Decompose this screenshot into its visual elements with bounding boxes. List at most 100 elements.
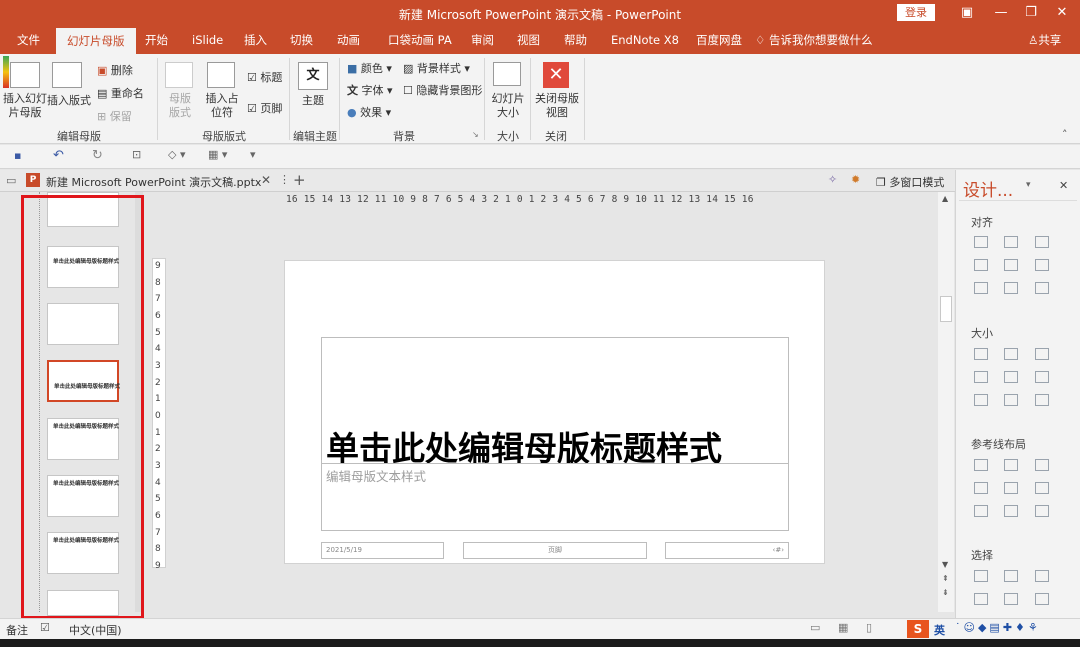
spell-check-icon[interactable]: ☑ xyxy=(40,621,50,634)
design-tool-icon[interactable] xyxy=(974,505,988,517)
redo-icon[interactable]: ↻ xyxy=(92,148,103,163)
save-icon[interactable]: ▪ xyxy=(14,149,21,162)
multi-window-button[interactable]: ❐ 多窗口模式 xyxy=(876,174,944,190)
design-tool-icon[interactable] xyxy=(974,593,988,605)
share-button[interactable]: ♙共享 xyxy=(1028,27,1061,54)
tab-home[interactable]: 开始 xyxy=(145,27,168,54)
effects-dropdown[interactable]: ● 效果 ▾ xyxy=(347,104,391,120)
settings-icon[interactable]: ✹ xyxy=(851,173,860,186)
minimize-icon[interactable]: — xyxy=(991,3,1011,23)
insert-placeholder-icon[interactable] xyxy=(207,62,235,88)
design-tool-icon[interactable] xyxy=(1035,236,1049,248)
tab-pocket-animation[interactable]: 口袋动画 PA xyxy=(388,27,452,54)
new-tab-icon[interactable]: + xyxy=(293,171,306,189)
undo-icon[interactable]: ↶ xyxy=(53,148,64,163)
tab-slide-master[interactable]: 幻灯片母版 xyxy=(56,27,136,54)
design-tool-icon[interactable] xyxy=(974,282,988,294)
ime-mode[interactable]: 英 xyxy=(934,622,945,638)
normal-view-icon[interactable]: ▭ xyxy=(810,621,820,634)
tab-baidu-netdisk[interactable]: 百度网盘 xyxy=(696,27,742,54)
design-tool-icon[interactable] xyxy=(1035,593,1049,605)
tell-me-box[interactable]: ♢ 告诉我你想要做什么 xyxy=(755,27,872,54)
footer-checkbox[interactable]: ☑ 页脚 xyxy=(247,100,282,116)
design-tool-icon[interactable] xyxy=(974,482,988,494)
preserve-button[interactable]: ⊞ 保留 xyxy=(97,108,132,124)
themes-button[interactable]: 主题 xyxy=(302,92,324,108)
pane-options-icon[interactable]: ▾ xyxy=(1026,180,1031,190)
tab-review[interactable]: 审阅 xyxy=(471,27,494,54)
design-tool-icon[interactable] xyxy=(1035,348,1049,360)
insert-slide-master-icon[interactable] xyxy=(10,62,40,88)
insert-placeholder-button[interactable]: 插入占位符 xyxy=(202,92,242,120)
tab-view[interactable]: 视图 xyxy=(517,27,540,54)
title-checkbox[interactable]: ☑ 标题 xyxy=(247,69,282,85)
magic-icon[interactable]: ✧ xyxy=(828,173,837,186)
close-icon[interactable]: ✕ xyxy=(1052,3,1072,23)
language-indicator[interactable]: 中文(中国) xyxy=(69,622,122,638)
design-tool-icon[interactable] xyxy=(1004,593,1018,605)
design-tool-icon[interactable] xyxy=(974,348,988,360)
slide-scrollbar[interactable]: ▲ ▼ ⇞ ⇟ xyxy=(938,192,954,612)
design-tool-icon[interactable] xyxy=(1004,482,1018,494)
slide-size-icon[interactable] xyxy=(493,62,521,86)
close-master-view-icon[interactable]: ✕ xyxy=(543,62,569,88)
sogou-ime-icon[interactable]: S xyxy=(907,620,929,638)
design-tool-icon[interactable] xyxy=(1004,570,1018,582)
design-tool-icon[interactable] xyxy=(1035,482,1049,494)
design-tool-icon[interactable] xyxy=(1035,394,1049,406)
file-icon[interactable]: ▭ xyxy=(6,174,16,187)
design-tool-icon[interactable] xyxy=(1004,259,1018,271)
notes-button[interactable]: 备注 xyxy=(6,622,28,638)
footer-placeholder[interactable]: 页脚 xyxy=(463,542,647,559)
collapse-ribbon-icon[interactable]: ˄ xyxy=(1062,128,1068,141)
design-tool-icon[interactable] xyxy=(974,394,988,406)
design-tool-icon[interactable] xyxy=(1004,505,1018,517)
design-tool-icon[interactable] xyxy=(1004,394,1018,406)
insert-slide-master-button[interactable]: 插入幻灯片母版 xyxy=(3,92,47,120)
tab-transitions[interactable]: 切换 xyxy=(290,27,313,54)
design-tool-icon[interactable] xyxy=(1004,236,1018,248)
title-placeholder[interactable]: 单击此处编辑母版标题样式 xyxy=(321,337,789,468)
tab-file[interactable]: 文件 xyxy=(17,27,40,54)
design-tool-icon[interactable] xyxy=(974,459,988,471)
design-tool-icon[interactable] xyxy=(1004,371,1018,383)
slide-size-button[interactable]: 幻灯片大小 xyxy=(490,92,526,120)
date-placeholder[interactable]: 2021/5/19 xyxy=(321,542,444,559)
insert-layout-icon[interactable] xyxy=(52,62,82,88)
body-placeholder[interactable]: 编辑母版文本样式 xyxy=(321,463,789,531)
scroll-down-icon[interactable]: ▼ xyxy=(942,560,948,569)
document-tab-title[interactable]: 新建 Microsoft PowerPoint 演示文稿.pptx xyxy=(46,174,261,190)
design-tool-icon[interactable] xyxy=(1035,570,1049,582)
colors-dropdown[interactable]: ■ 颜色 ▾ xyxy=(347,60,392,76)
design-tool-icon[interactable] xyxy=(1035,282,1049,294)
rename-button[interactable]: ▤ 重命名 xyxy=(97,85,144,101)
ribbon-display-icon[interactable]: ▣ xyxy=(957,3,977,23)
design-tool-icon[interactable] xyxy=(974,371,988,383)
design-tool-icon[interactable] xyxy=(1035,505,1049,517)
design-tool-icon[interactable] xyxy=(974,259,988,271)
design-tool-icon[interactable] xyxy=(1004,348,1018,360)
design-tool-icon[interactable] xyxy=(974,236,988,248)
tab-islide[interactable]: iSlide xyxy=(192,27,223,54)
login-button[interactable]: 登录 xyxy=(897,4,935,21)
background-styles-dropdown[interactable]: ▨ 背景样式 ▾ xyxy=(403,60,470,76)
design-tool-icon[interactable] xyxy=(1035,371,1049,383)
close-pane-icon[interactable]: ✕ xyxy=(1059,179,1068,192)
slide-sorter-icon[interactable]: ▦ xyxy=(838,621,848,634)
design-tool-icon[interactable] xyxy=(1004,459,1018,471)
close-tab-icon[interactable]: ✕ xyxy=(261,173,271,187)
master-layout-button[interactable]: 母版版式 xyxy=(169,92,191,120)
reading-view-icon[interactable]: ▯ xyxy=(866,621,872,634)
shape-icon[interactable]: ◇ ▾ xyxy=(168,148,185,161)
table-icon[interactable]: ▦ ▾ xyxy=(208,148,227,161)
insert-layout-button[interactable]: 插入版式 xyxy=(47,92,91,108)
scroll-thumb[interactable] xyxy=(940,296,952,322)
fonts-dropdown[interactable]: 文 字体 ▾ xyxy=(347,82,393,98)
design-tool-icon[interactable] xyxy=(974,570,988,582)
themes-icon[interactable]: 文 xyxy=(298,62,328,90)
customize-qat-icon[interactable]: ▾ xyxy=(250,148,256,161)
previous-slide-icon[interactable]: ⇞ xyxy=(942,574,949,583)
design-tool-icon[interactable] xyxy=(1035,459,1049,471)
presentation-icon[interactable]: ⊡ xyxy=(132,148,141,161)
tab-animations[interactable]: 动画 xyxy=(337,27,360,54)
